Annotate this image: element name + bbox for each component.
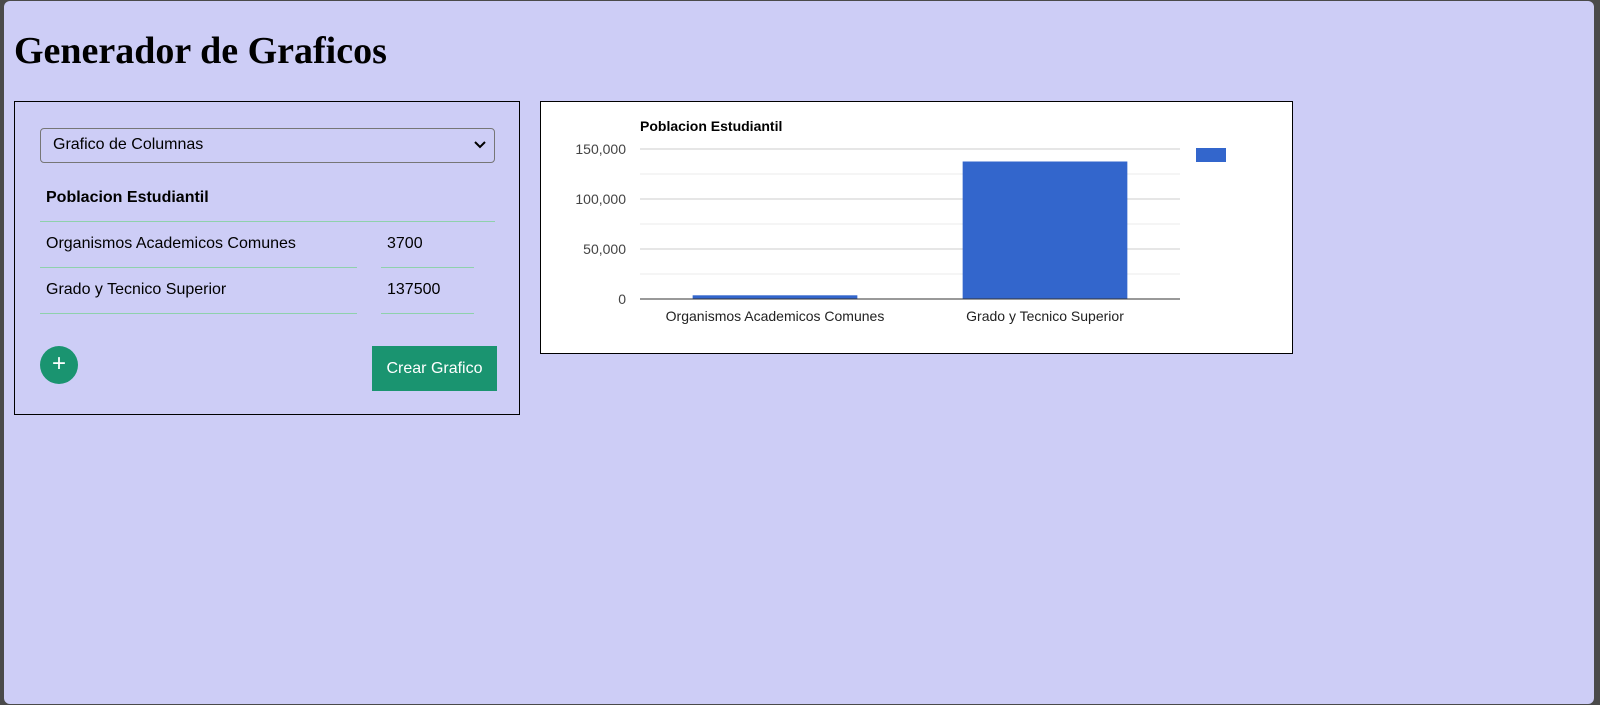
y-tick-label: 0 bbox=[618, 291, 626, 307]
page-title: Generador de Graficos bbox=[14, 30, 387, 72]
row-label-input[interactable]: Organismos Academicos Comunes bbox=[40, 222, 357, 268]
chart-type-select[interactable]: Grafico de Columnas bbox=[40, 128, 495, 163]
chart-title: Poblacion Estudiantil bbox=[640, 118, 782, 134]
plus-icon: + bbox=[51, 350, 66, 377]
x-tick-label: Grado y Tecnico Superior bbox=[966, 308, 1124, 324]
page: Generador de Graficos Grafico de Columna… bbox=[4, 1, 1594, 704]
y-tick-label: 150,000 bbox=[575, 141, 626, 157]
chart-form-panel: Grafico de Columnas Poblacion Estudianti… bbox=[14, 101, 520, 415]
chart-panel: Poblacion Estudiantil 0 50,000 100,000 150,0… bbox=[540, 101, 1293, 354]
chart-title-input[interactable]: Poblacion Estudiantil bbox=[40, 176, 495, 222]
chevron-down-icon bbox=[474, 141, 486, 149]
y-tick-label: 50,000 bbox=[583, 241, 626, 257]
add-row-button[interactable]: + bbox=[40, 346, 78, 384]
chart-type-selected-value: Grafico de Columnas bbox=[53, 136, 204, 153]
column-chart: Poblacion Estudiantil 0 50,000 100,000 150,0… bbox=[575, 118, 1226, 324]
x-tick-label: Organismos Academicos Comunes bbox=[666, 308, 885, 324]
y-tick-label: 100,000 bbox=[575, 191, 626, 207]
row-value-input[interactable]: 137500 bbox=[381, 268, 474, 314]
bar bbox=[692, 295, 858, 299]
row-label-input[interactable]: Grado y Tecnico Superior bbox=[40, 268, 357, 314]
bar bbox=[962, 161, 1128, 299]
legend-swatch bbox=[1196, 148, 1226, 162]
row-value-input[interactable]: 3700 bbox=[381, 222, 474, 268]
create-chart-button[interactable]: Crear Grafico bbox=[372, 346, 497, 391]
